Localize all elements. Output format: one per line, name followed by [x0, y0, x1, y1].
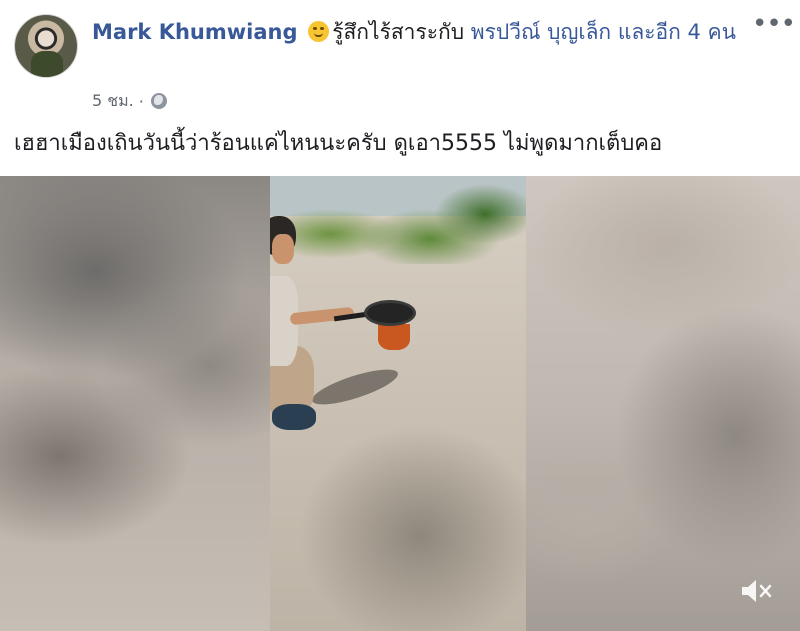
- tagged-others-link[interactable]: และอีก 4 คน: [618, 20, 736, 44]
- video-blur-left: [0, 176, 270, 631]
- post-text: เฮฮาเมืองเถินวันนี้ว่าร้อนแค่ไหนนะครับ ด…: [14, 131, 663, 156]
- video-scene-grass: [270, 184, 526, 264]
- video-player[interactable]: [0, 176, 800, 631]
- feeling-emoji-icon: [308, 21, 330, 42]
- speaker-muted-icon-svg: [742, 580, 772, 602]
- feeling-text: รู้สึกไร้สาระกับ: [332, 20, 465, 44]
- post-header-line: Mark Khumwiang รู้สึกไร้สาระกับ พรปวีณ์ …: [92, 16, 752, 48]
- tagged-person-link[interactable]: พรปวีณ์ บุญเล็ก: [471, 20, 611, 44]
- video-blur-right: [526, 176, 800, 631]
- post-meta: 5 ชม. ·: [92, 90, 167, 112]
- author-name-link[interactable]: Mark Khumwiang: [92, 20, 298, 44]
- meta-separator: ·: [138, 91, 144, 111]
- post-header: Mark Khumwiang รู้สึกไร้สาระกับ พรปวีณ์ …: [0, 0, 800, 118]
- speaker-muted-icon[interactable]: [738, 576, 774, 606]
- globe-icon[interactable]: [150, 93, 167, 109]
- video-scene-person-shoe: [272, 404, 316, 430]
- video-scene-stove: [378, 324, 410, 350]
- video-frame[interactable]: [270, 176, 526, 631]
- author-avatar[interactable]: [14, 14, 78, 78]
- more-options-button[interactable]: •••: [752, 11, 796, 40]
- video-scene-frying-pan: [364, 300, 416, 326]
- video-scene-ground: [290, 396, 526, 631]
- video-scene-person-face: [272, 234, 294, 264]
- post-timestamp-link[interactable]: 5 ชม.: [92, 89, 134, 114]
